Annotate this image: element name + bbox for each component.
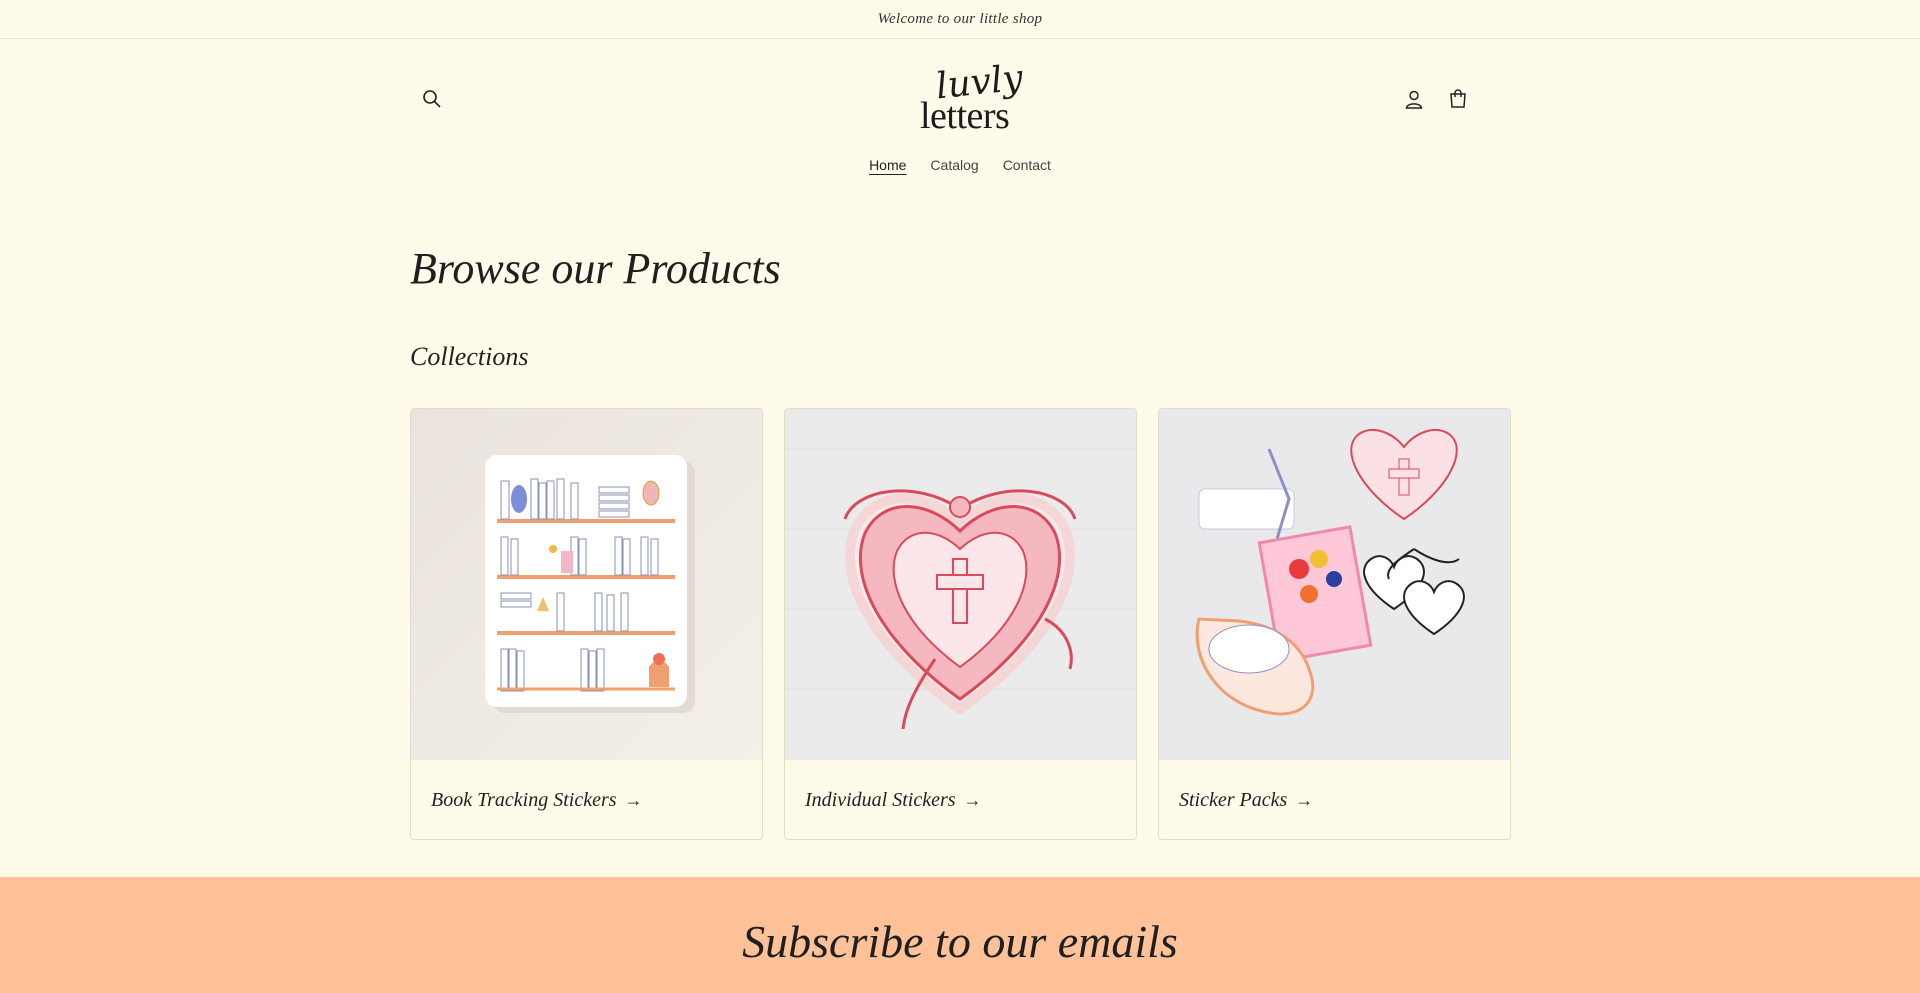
collection-card-packs[interactable]: Sticker Packs → — [1158, 408, 1511, 840]
nav-home[interactable]: Home — [869, 157, 906, 173]
book-tracking-image — [411, 409, 762, 760]
cart-icon — [1450, 89, 1466, 108]
subscribe-title: Subscribe to our emails — [742, 916, 1178, 967]
search-icon — [423, 90, 441, 108]
arrow-right-icon: → — [963, 789, 982, 810]
individual-sticker-image — [785, 409, 1136, 760]
card-caption: Book Tracking Stickers → — [411, 760, 762, 839]
nav-contact[interactable]: Contact — [1003, 157, 1051, 173]
sticker-pack-image — [1159, 409, 1510, 760]
search-button[interactable] — [410, 77, 454, 121]
card-label-book-tracking: Book Tracking Stickers — [431, 788, 617, 811]
nav-catalog[interactable]: Catalog — [930, 157, 978, 173]
account-icon — [1405, 90, 1423, 109]
card-caption: Sticker Packs → — [1159, 760, 1510, 839]
announcement-bar: Welcome to our little shop — [0, 0, 1920, 39]
collections-heading: Collections — [410, 342, 529, 371]
cart-button[interactable] — [1436, 77, 1480, 121]
card-label-individual: Individual Stickers — [805, 788, 956, 811]
announcement-text: Welcome to our little shop — [877, 10, 1043, 27]
collection-card-book-tracking[interactable]: Book Tracking Stickers → — [410, 408, 763, 840]
logo[interactable]: luvly letters — [910, 58, 1025, 143]
site-header: luvly letters Home Catalog Contact — [410, 39, 1510, 199]
arrow-right-icon: → — [624, 789, 643, 810]
subscribe-section: Subscribe to our emails — [0, 877, 1920, 993]
collections-grid: Book Tracking Stickers → Individual Stic… — [410, 408, 1511, 840]
card-caption: Individual Stickers → — [785, 760, 1136, 839]
main-nav: Home Catalog Contact — [410, 157, 1510, 173]
card-label-packs: Sticker Packs — [1179, 788, 1288, 811]
collection-card-individual[interactable]: Individual Stickers → — [784, 408, 1137, 840]
logo-main: letters — [920, 95, 1010, 137]
page-title: Browse our Products — [410, 244, 781, 293]
arrow-right-icon: → — [1295, 789, 1314, 810]
account-button[interactable] — [1392, 77, 1436, 121]
